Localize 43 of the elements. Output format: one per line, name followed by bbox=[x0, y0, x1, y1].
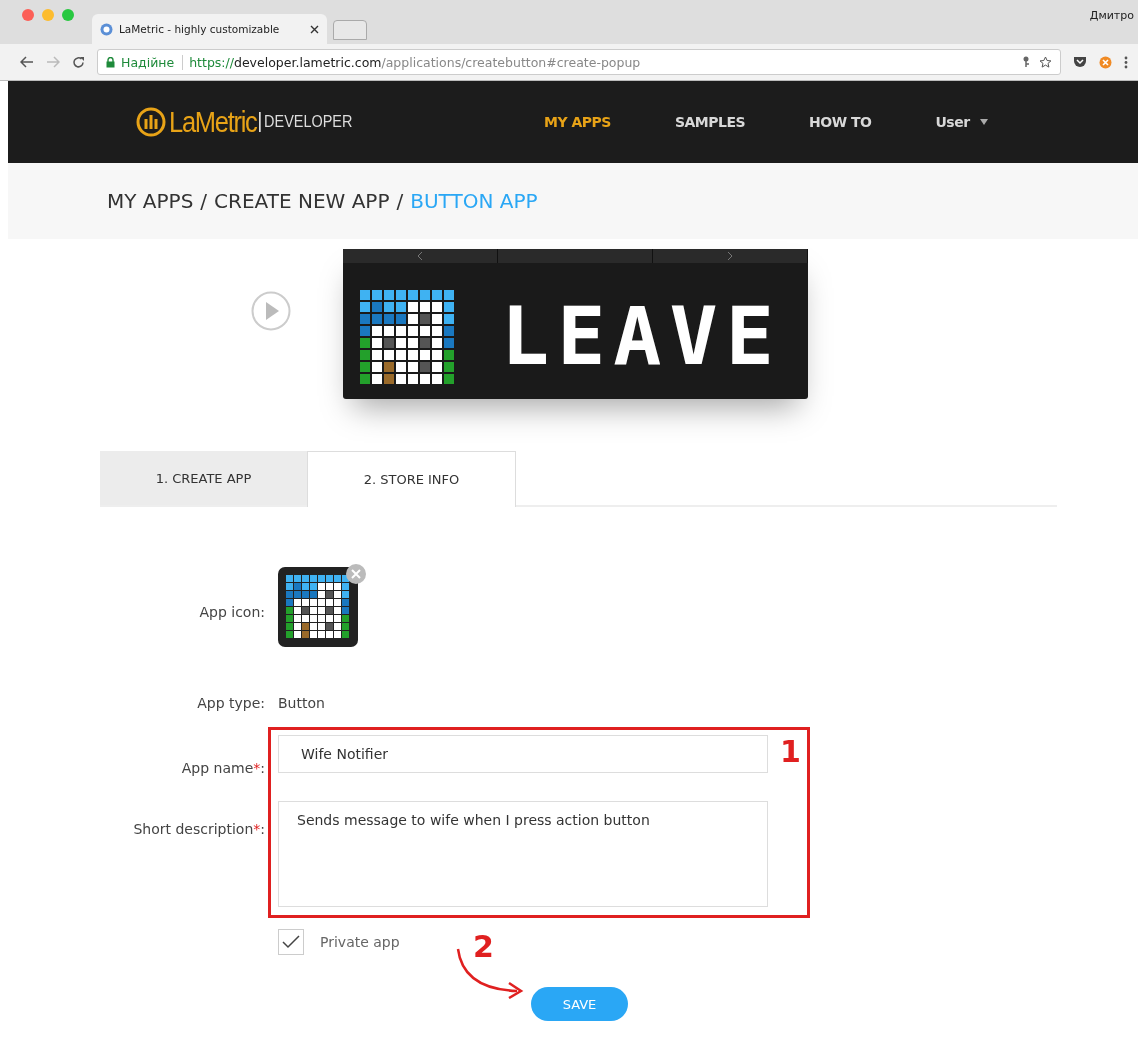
reload-icon[interactable] bbox=[72, 55, 85, 69]
site-favicon-icon bbox=[100, 22, 113, 36]
step-number: 1 bbox=[780, 737, 801, 767]
profile-name[interactable]: Дмитро bbox=[1089, 8, 1138, 22]
nav-link[interactable]: HOW TO bbox=[809, 114, 872, 130]
menu-icon[interactable] bbox=[1124, 55, 1128, 69]
nav-link[interactable]: SAMPLES bbox=[674, 114, 746, 130]
app-type-value: Button bbox=[278, 695, 326, 711]
building-pixel-icon bbox=[359, 289, 455, 385]
field-label: App icon: bbox=[198, 604, 265, 620]
remove-icon[interactable] bbox=[345, 563, 367, 585]
key-icon[interactable] bbox=[1021, 56, 1031, 68]
app-pixel-icon bbox=[278, 567, 358, 647]
checkmark-icon bbox=[282, 935, 300, 949]
step-tab[interactable]: 2. STORE INFO bbox=[307, 451, 516, 507]
breadcrumb-separator: / bbox=[396, 189, 404, 213]
step-number: 2 bbox=[473, 932, 494, 962]
breadcrumb-separator: / bbox=[200, 189, 208, 213]
chevron-left-icon bbox=[417, 252, 423, 260]
app-name-field[interactable]: Wife Notifier bbox=[278, 735, 768, 773]
nav-link[interactable]: MY APPS bbox=[544, 114, 611, 130]
browser-tab[interactable]: LaMetric - highly customizable bbox=[92, 14, 327, 44]
field-label: App name*: bbox=[180, 760, 265, 776]
description-field[interactable]: Sends message to wife when I press action button bbox=[278, 801, 768, 907]
close-icon[interactable] bbox=[310, 24, 319, 34]
device-display: LEAVE bbox=[343, 249, 808, 399]
lock-icon bbox=[106, 56, 115, 68]
back-icon[interactable] bbox=[20, 56, 34, 68]
pocket-icon[interactable] bbox=[1073, 56, 1087, 68]
chevron-right-icon bbox=[727, 252, 733, 260]
field-label: App type: bbox=[196, 695, 265, 711]
logo-subtitle: DEVELOPER bbox=[259, 112, 353, 132]
address-bar[interactable]: Надійне https://developer.lametric.com/applications/createbutton#create-popup bbox=[97, 49, 1061, 75]
step-tab[interactable]: 1. CREATE APP bbox=[100, 451, 307, 505]
star-icon[interactable] bbox=[1039, 55, 1052, 69]
field-label: Short description*: bbox=[132, 820, 265, 837]
private-app-checkbox[interactable]: Private app bbox=[278, 929, 400, 955]
logo-wordmark[interactable]: LaMetric bbox=[169, 105, 257, 139]
breadcrumb-link[interactable]: MY APPS bbox=[107, 189, 194, 213]
logo-icon[interactable] bbox=[136, 107, 166, 137]
user-menu[interactable]: User bbox=[935, 114, 988, 130]
breadcrumb-link[interactable]: CREATE NEW APP bbox=[214, 189, 390, 213]
caret-icon bbox=[979, 119, 988, 125]
